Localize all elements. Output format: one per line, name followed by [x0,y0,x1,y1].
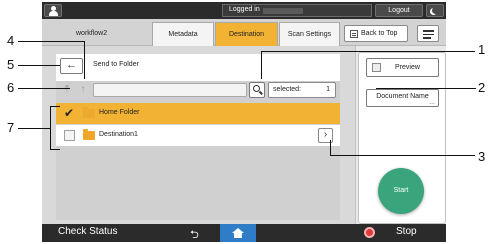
menu-icon [423,30,434,32]
back-to-top-label: Back to Top [361,30,398,37]
callout-1: 1 [478,42,486,57]
logout-button[interactable]: Logout [375,4,423,17]
folder-label: Destination1 [99,131,138,138]
leader-line-5 [18,65,60,66]
user-icon[interactable] [44,4,62,17]
check-status-button[interactable]: Check Status [58,226,117,237]
start-button[interactable]: Start [378,168,424,214]
folder-row-home[interactable]: ✔ Home Folder [56,103,340,124]
reset-icon[interactable]: ⮌ [190,226,199,242]
leader-line-1 [261,51,475,52]
callout-2: 2 [478,80,486,95]
checkmark-icon[interactable]: ✔ [64,107,75,119]
more-icon: ... [429,99,435,106]
document-name-label: Document Name [376,93,429,100]
selected-count: selected: 1 [268,82,336,98]
workflow-title: workflow2 [76,30,108,37]
stop-button[interactable]: Stop [396,226,417,237]
top-status-bar: Logged in Logout [42,2,446,19]
bottom-bar: Check Status ⮌ Stop [42,224,446,242]
document-icon [350,30,358,38]
preview-checkbox[interactable] [372,63,381,72]
back-button[interactable]: ← [60,58,83,74]
callout-3: 3 [478,149,486,164]
moon-icon [432,7,439,14]
document-name-button[interactable]: Document Name ... [366,89,439,107]
callout-7: 7 [7,120,15,135]
folder-list-area: ⤒ ↑ selected: 1 ✔ Home Folder Destinatio… [56,81,340,220]
login-status-text: Logged in [229,6,260,13]
callout-6: 6 [7,80,15,95]
workflow-header: workflow2 Metadata Destination Scan Sett… [42,19,446,46]
device-screen: Logged in Logout workflow2 Metadata Dest… [42,2,446,242]
selected-count-value: 1 [326,86,330,93]
up-one-level-icon[interactable]: ↑ [76,83,90,97]
folder-path-field[interactable] [93,83,247,97]
action-panel: Preview Document Name ... Start [358,52,446,224]
checkbox[interactable] [64,130,75,141]
leader-line-2 [376,88,476,89]
preview-label: Preview [395,64,420,71]
leader-line-3 [330,155,475,156]
menu-button[interactable] [417,25,439,42]
destination-panel: ← Send to Folder ⤒ ↑ selected: 1 ✔ Home … [42,46,356,224]
callout-5: 5 [7,57,15,72]
callout-4: 4 [7,33,15,48]
back-to-top-button[interactable]: Back to Top [344,25,408,42]
panel-title: Send to Folder [93,61,139,68]
login-status: Logged in [222,4,372,17]
search-button[interactable] [249,82,265,98]
folder-label: Home Folder [99,109,140,116]
tab-destination[interactable]: Destination [215,22,278,46]
folder-icon [83,107,95,118]
stop-icon[interactable] [364,227,375,238]
tab-metadata[interactable]: Metadata [152,22,214,46]
up-to-top-icon[interactable]: ⤒ [60,83,74,97]
folder-icon [83,129,95,140]
preview-toggle[interactable]: Preview [366,58,439,77]
leader-line-4 [18,41,85,42]
energy-saver-button[interactable] [426,4,444,17]
home-icon [232,228,244,239]
folder-row-destination1[interactable]: Destination1 › [56,125,340,146]
leader-line-6 [18,88,70,89]
home-button[interactable] [220,224,256,242]
login-username-redacted [263,8,303,14]
leader-line-7 [18,128,50,129]
tab-scan-settings[interactable]: Scan Settings [279,22,340,46]
folder-browser: ← Send to Folder ⤒ ↑ selected: 1 ✔ Home … [56,54,340,220]
selected-label: selected: [273,86,302,93]
